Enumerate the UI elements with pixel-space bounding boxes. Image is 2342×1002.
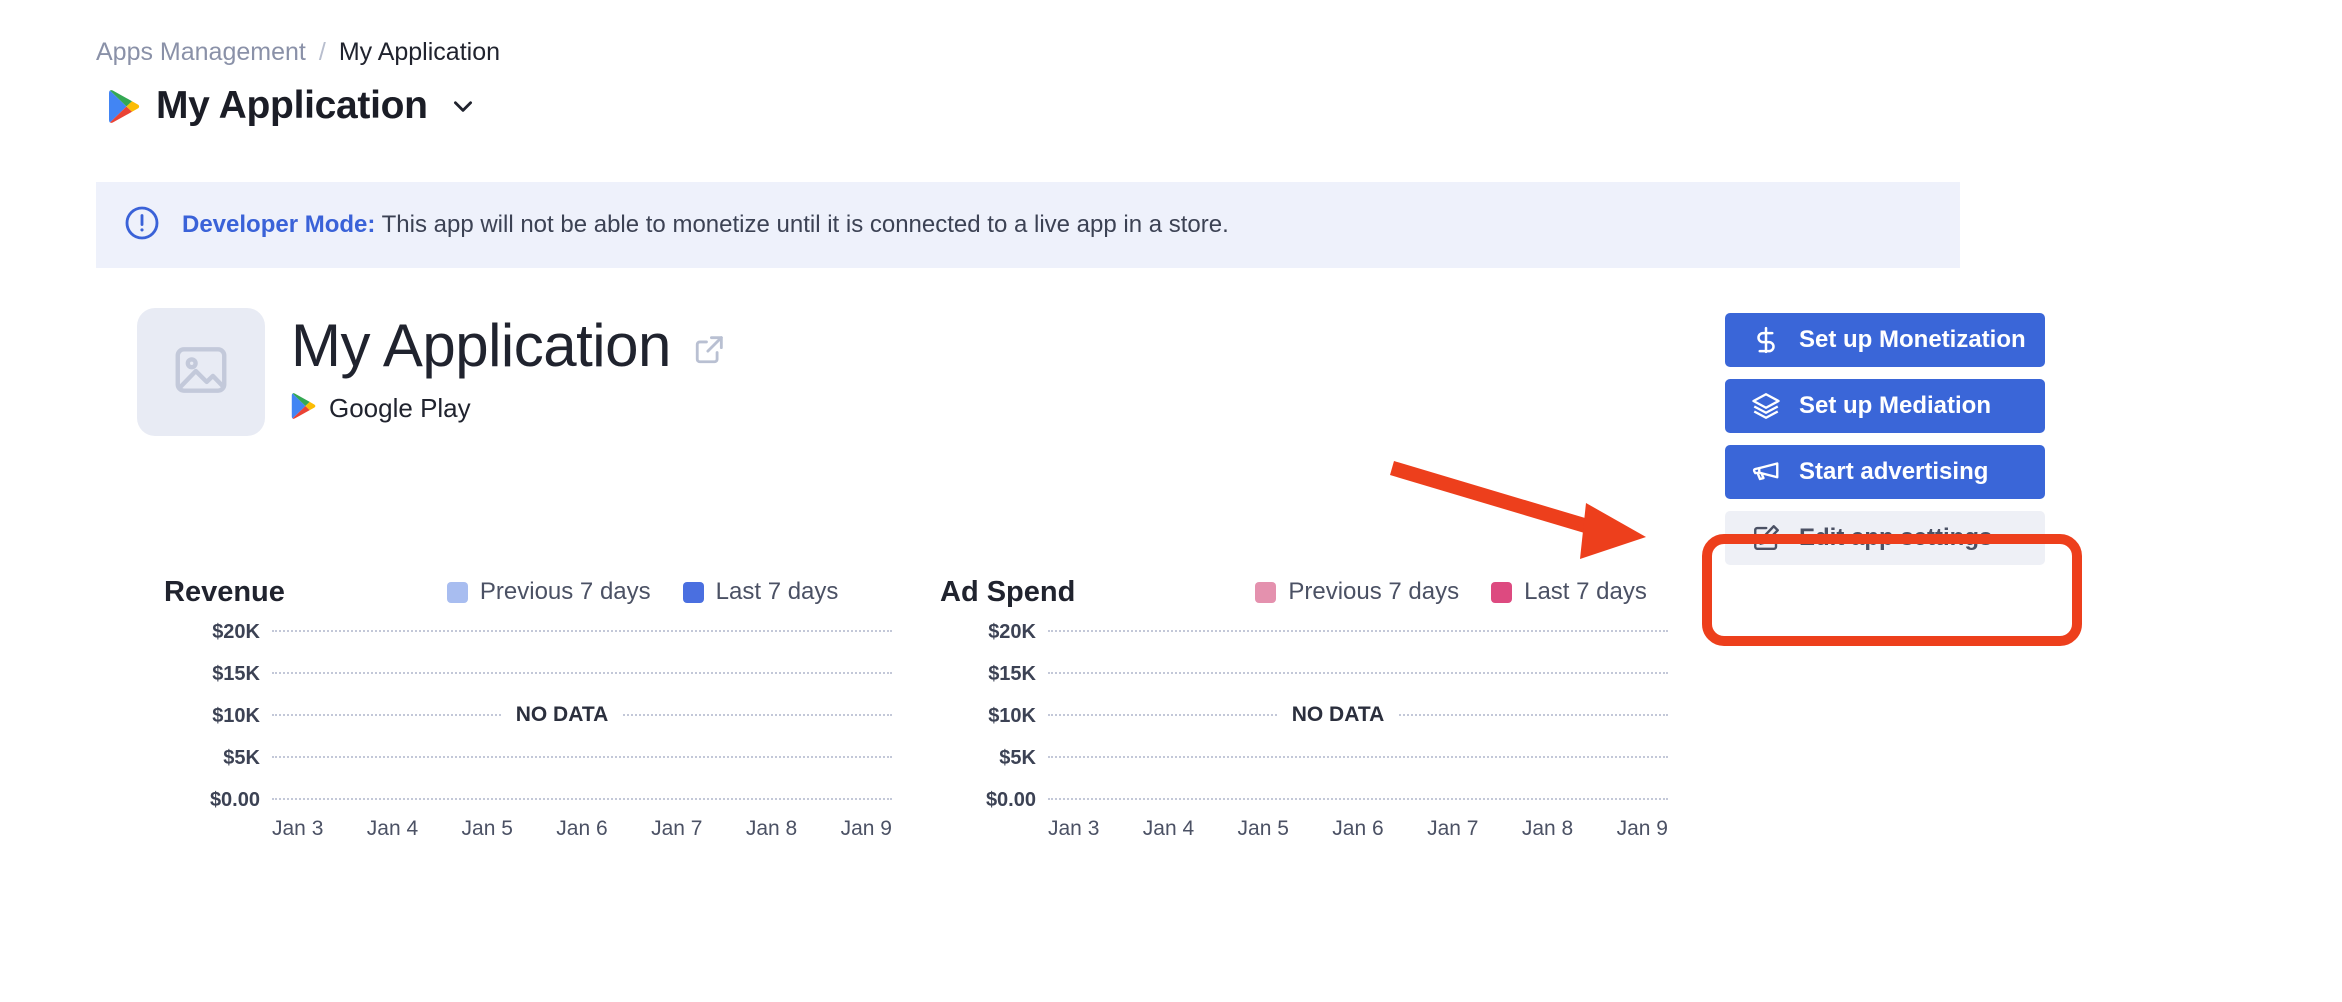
y-tick-label: $0.00 bbox=[164, 789, 260, 812]
set-up-monetization-label: Set up Monetization bbox=[1799, 326, 2026, 354]
x-tick-label: Jan 7 bbox=[1427, 817, 1478, 841]
banner-message: Developer Mode: This app will not be abl… bbox=[182, 211, 1229, 239]
action-button-group: Set up Monetization Set up Mediation bbox=[1725, 313, 2045, 565]
x-tick-label: Jan 3 bbox=[272, 817, 323, 841]
y-tick-label: $5K bbox=[940, 747, 1036, 770]
y-tick-label: $0.00 bbox=[940, 789, 1036, 812]
developer-mode-banner: Developer Mode: This app will not be abl… bbox=[96, 182, 1960, 268]
legend-item-previous-7-days[interactable]: Previous 7 days bbox=[447, 578, 651, 606]
chevron-down-icon[interactable] bbox=[444, 93, 476, 119]
revenue-chart-title: Revenue bbox=[164, 576, 285, 609]
legend-label-previous: Previous 7 days bbox=[480, 578, 651, 606]
x-tick-label: Jan 4 bbox=[1143, 817, 1194, 841]
breadcrumb: Apps Management / My Application bbox=[96, 38, 500, 67]
edit-app-settings-button[interactable]: Edit app settings bbox=[1725, 511, 2045, 565]
y-tick-label: $10K bbox=[164, 705, 260, 728]
banner-message-rest: This app will not be able to monetize un… bbox=[375, 211, 1228, 238]
legend-label-last: Last 7 days bbox=[716, 578, 839, 606]
ad-spend-x-axis: Jan 3 Jan 4 Jan 5 Jan 6 Jan 7 Jan 8 Jan … bbox=[1048, 817, 1668, 841]
google-play-icon bbox=[291, 392, 316, 425]
x-tick-label: Jan 9 bbox=[1617, 817, 1668, 841]
legend-item-last-7-days[interactable]: Last 7 days bbox=[683, 578, 839, 606]
legend-swatch-previous bbox=[1255, 582, 1276, 603]
y-tick-label: $20K bbox=[940, 621, 1036, 644]
x-tick-label: Jan 5 bbox=[1238, 817, 1289, 841]
image-placeholder-icon bbox=[170, 339, 232, 406]
gridline bbox=[272, 756, 892, 758]
revenue-chart: Revenue Previous 7 days Last 7 days $20K… bbox=[164, 575, 892, 965]
gridline bbox=[1048, 798, 1668, 800]
edit-app-settings-label: Edit app settings bbox=[1799, 524, 1992, 552]
breadcrumb-separator: / bbox=[319, 38, 326, 67]
x-tick-label: Jan 8 bbox=[746, 817, 797, 841]
start-advertising-label: Start advertising bbox=[1799, 458, 1988, 486]
legend-swatch-last bbox=[683, 582, 704, 603]
revenue-x-axis: Jan 3 Jan 4 Jan 5 Jan 6 Jan 7 Jan 8 Jan … bbox=[272, 817, 892, 841]
y-tick-label: $15K bbox=[164, 663, 260, 686]
x-tick-label: Jan 7 bbox=[651, 817, 702, 841]
dollar-icon bbox=[1751, 325, 1781, 355]
breadcrumb-current: My Application bbox=[339, 38, 500, 67]
no-data-message: NO DATA bbox=[1278, 703, 1399, 727]
app-store-name: Google Play bbox=[329, 393, 471, 424]
gridline bbox=[272, 798, 892, 800]
app-detail-page: Apps Management / My Application My Appl… bbox=[0, 0, 2342, 1002]
x-tick-label: Jan 9 bbox=[841, 817, 892, 841]
legend-item-previous-7-days[interactable]: Previous 7 days bbox=[1255, 578, 1459, 606]
legend-swatch-previous bbox=[447, 582, 468, 603]
edit-square-icon bbox=[1751, 523, 1781, 553]
app-header: My Application bbox=[137, 308, 727, 436]
ad-spend-plot-area: $20K $15K $10K $5K $0.00 NO DATA Jan bbox=[940, 631, 1668, 831]
y-tick-label: $20K bbox=[164, 621, 260, 644]
page-title-row: My Application bbox=[108, 84, 476, 128]
app-thumbnail bbox=[137, 308, 265, 436]
revenue-chart-legend: Previous 7 days Last 7 days bbox=[447, 578, 839, 606]
gridline bbox=[1048, 756, 1668, 758]
app-store-row: Google Play bbox=[291, 392, 727, 425]
legend-swatch-last bbox=[1491, 582, 1512, 603]
x-tick-label: Jan 6 bbox=[1332, 817, 1383, 841]
breadcrumb-link-apps-management[interactable]: Apps Management bbox=[96, 38, 306, 67]
layers-icon bbox=[1751, 391, 1781, 421]
x-tick-label: Jan 6 bbox=[556, 817, 607, 841]
page-title: My Application bbox=[156, 84, 428, 128]
y-tick-label: $5K bbox=[164, 747, 260, 770]
annotation-arrow-icon bbox=[1390, 455, 1680, 565]
ad-spend-chart-legend: Previous 7 days Last 7 days bbox=[1255, 578, 1647, 606]
no-data-message: NO DATA bbox=[502, 703, 623, 727]
ad-spend-chart-header: Ad Spend Previous 7 days Last 7 days bbox=[940, 575, 1668, 609]
banner-message-strong: Developer Mode: bbox=[182, 211, 375, 238]
set-up-mediation-label: Set up Mediation bbox=[1799, 392, 1991, 420]
ad-spend-chart-title: Ad Spend bbox=[940, 576, 1075, 609]
app-name: My Application bbox=[291, 316, 671, 376]
ad-spend-chart: Ad Spend Previous 7 days Last 7 days $20… bbox=[940, 575, 1668, 965]
alert-circle-icon bbox=[124, 205, 160, 246]
x-tick-label: Jan 4 bbox=[367, 817, 418, 841]
google-play-icon bbox=[108, 89, 140, 124]
gridline bbox=[272, 672, 892, 674]
external-link-icon[interactable] bbox=[693, 322, 727, 371]
x-tick-label: Jan 8 bbox=[1522, 817, 1573, 841]
gridline bbox=[272, 630, 892, 632]
legend-label-last: Last 7 days bbox=[1524, 578, 1647, 606]
y-tick-label: $15K bbox=[940, 663, 1036, 686]
legend-label-previous: Previous 7 days bbox=[1288, 578, 1459, 606]
gridline bbox=[1048, 630, 1668, 632]
y-tick-label: $10K bbox=[940, 705, 1036, 728]
legend-item-last-7-days[interactable]: Last 7 days bbox=[1491, 578, 1647, 606]
revenue-chart-header: Revenue Previous 7 days Last 7 days bbox=[164, 575, 892, 609]
megaphone-icon bbox=[1751, 457, 1781, 487]
set-up-monetization-button[interactable]: Set up Monetization bbox=[1725, 313, 2045, 367]
x-tick-label: Jan 5 bbox=[462, 817, 513, 841]
set-up-mediation-button[interactable]: Set up Mediation bbox=[1725, 379, 2045, 433]
x-tick-label: Jan 3 bbox=[1048, 817, 1099, 841]
start-advertising-button[interactable]: Start advertising bbox=[1725, 445, 2045, 499]
gridline bbox=[1048, 672, 1668, 674]
revenue-plot-area: $20K $15K $10K $5K $0.00 NO DATA Jan bbox=[164, 631, 892, 831]
